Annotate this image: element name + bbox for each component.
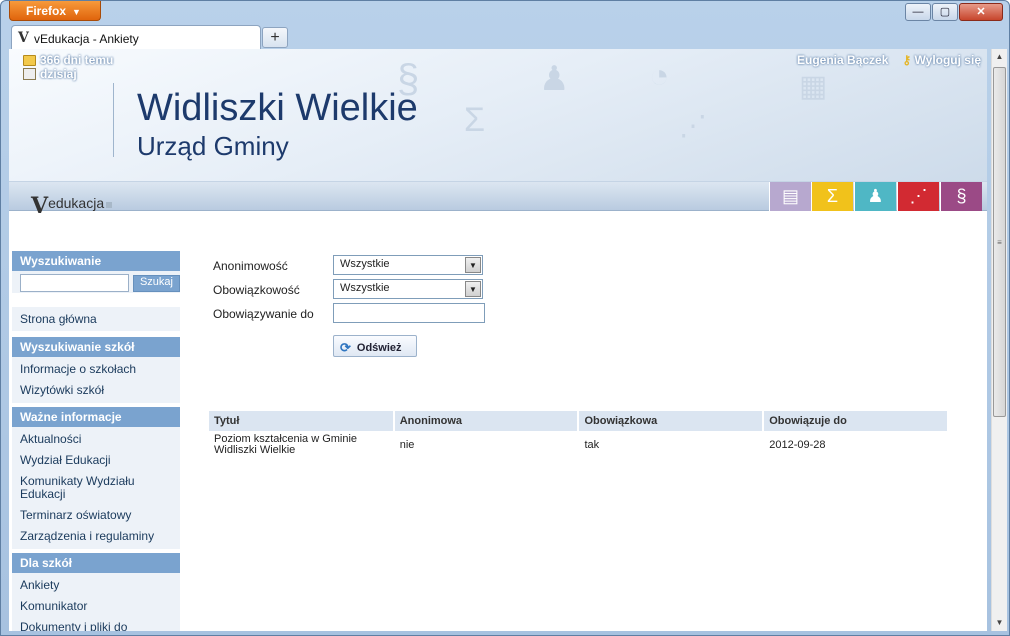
valid-until-input[interactable]	[333, 303, 485, 323]
tab-title: vEdukacja - Ankiety	[34, 32, 139, 46]
messages-date: dzisiaj	[40, 67, 77, 81]
page-title: Widliszki Wielkie	[137, 87, 418, 129]
sidebar-search-button[interactable]: Szukaj	[132, 274, 180, 292]
maximize-button[interactable]: ▢	[932, 3, 958, 21]
people-buildings-icon[interactable]: ♟	[854, 182, 896, 211]
calendar-icon	[23, 68, 36, 80]
sidebar-section-important: Ważne informacje	[12, 407, 180, 427]
page-content: § ♟ ◔ ▦ Σ ⋰ 366 dni temu dzisiaj Eugenia…	[9, 49, 987, 631]
logo-v: V	[31, 193, 49, 219]
sidebar-search-input[interactable]	[20, 274, 129, 292]
favicon-v-icon: V	[18, 30, 29, 46]
surveys-table: Tytuł Anonimowa Obowiązkowa Obowiązuje d…	[209, 411, 949, 459]
minimize-button[interactable]: —	[905, 3, 931, 21]
messages-info[interactable]: 366 dni temu dzisiaj	[23, 53, 113, 81]
messages-age: 366 dni temu	[40, 53, 114, 67]
key-icon: ⚷	[902, 53, 912, 67]
dropdown-arrow-icon: ▼	[72, 7, 81, 17]
column-header-anonymous[interactable]: Anonimowa	[393, 411, 580, 431]
logo-square	[106, 202, 113, 208]
anonymity-select[interactable]: Wszystkie ▼	[333, 255, 483, 275]
logout-link[interactable]: ⚷ Wyloguj się	[902, 53, 981, 67]
share-watermark-icon: ⋰	[679, 110, 707, 141]
table-header-row: Tytuł Anonimowa Obowiązkowa Obowiązuje d…	[209, 411, 949, 431]
refresh-button[interactable]: ⟳ Odśwież	[333, 335, 417, 357]
valid-until-label: Obowiązywanie do	[213, 307, 314, 321]
sigma-watermark-icon: Σ	[464, 101, 486, 139]
envelope-icon	[23, 54, 36, 66]
sidebar-section-schools: Wyszukiwanie szkół	[12, 337, 180, 357]
new-tab-button[interactable]: +	[262, 27, 288, 48]
sidebar-item-school-info[interactable]: Informacje o szkołach	[12, 361, 180, 382]
sidebar-item-surveys[interactable]: Ankiety	[12, 577, 180, 598]
firefox-menu-label: Firefox	[26, 4, 67, 18]
sidebar-item-messenger[interactable]: Komunikator	[12, 598, 180, 619]
sidebar-section-important-items: Aktualności Wydział Edukacji Komunikaty …	[12, 427, 180, 549]
sidebar-item-calendar[interactable]: Terminarz oświatowy	[12, 507, 180, 528]
sidebar-item-documents[interactable]: Dokumenty i pliki do pobrania	[12, 619, 142, 632]
chart-watermark-icon: ◔	[649, 57, 670, 95]
sidebar-item-school-cards[interactable]: Wizytówki szkół	[12, 382, 180, 399]
chevron-down-icon: ▼	[465, 281, 481, 297]
sidebar-search-header: Wyszukiwanie	[12, 251, 180, 271]
obligation-label: Obowiązkowość	[213, 283, 300, 297]
tab-vedukacja-ankiety[interactable]: V vEdukacja - Ankiety	[11, 25, 261, 49]
sidebar-search-row: Szukaj	[12, 271, 180, 293]
vertical-scrollbar[interactable]: ▲ ≡ ▼	[991, 49, 1007, 631]
paragraph-icon[interactable]: §	[940, 182, 982, 211]
close-window-button[interactable]: ✕	[959, 3, 1003, 21]
scroll-up-icon[interactable]: ▲	[992, 49, 1007, 65]
sidebar-item-education-dept[interactable]: Wydział Edukacji	[12, 452, 180, 473]
books-icon[interactable]: ▤	[769, 182, 811, 211]
cell-valid-until: 2012-09-28	[763, 431, 949, 459]
scroll-down-icon[interactable]: ▼	[992, 615, 1007, 631]
cell-anonymous: nie	[393, 431, 580, 459]
sidebar-item-regulations[interactable]: Zarządzenia i regulaminy	[12, 528, 180, 545]
user-name[interactable]: Eugenia Bączek	[797, 53, 888, 67]
sidebar-item-home[interactable]: Strona główna	[12, 311, 180, 328]
logout-label: Wyloguj się	[914, 53, 981, 67]
scrollbar-thumb[interactable]: ≡	[993, 67, 1006, 417]
sidebar-section-for-schools-items: Ankiety Komunikator Dokumenty i pliki do…	[12, 573, 180, 631]
module-navbar: Vedukacja ▤ Σ ♟ ⋰ §	[9, 181, 987, 219]
user-area: Eugenia Bączek ⚷ Wyloguj się	[797, 53, 981, 67]
column-header-mandatory[interactable]: Obowiązkowa	[578, 411, 765, 431]
refresh-label: Odśwież	[356, 341, 402, 354]
anonymity-value: Wszystkie	[340, 258, 390, 270]
column-header-title[interactable]: Tytuł	[209, 411, 395, 431]
logo-text: edukacja	[48, 195, 105, 211]
sidebar-home-box: Strona główna	[12, 307, 180, 331]
table-watermark-icon: ▦	[799, 70, 828, 103]
column-header-valid-until[interactable]: Obowiązuje do	[763, 411, 949, 431]
obligation-value: Wszystkie	[340, 282, 390, 294]
sidebar: Wyszukiwanie Szukaj Strona główna Wyszuk…	[12, 251, 180, 631]
obligation-select[interactable]: Wszystkie ▼	[333, 279, 483, 299]
sidebar-section-for-schools: Dla szkół	[12, 553, 180, 573]
share-icon[interactable]: ⋰	[897, 182, 939, 211]
anonymity-label: Anonimowość	[213, 259, 288, 273]
chevron-down-icon: ▼	[465, 257, 481, 273]
sigma-icon[interactable]: Σ	[811, 182, 853, 211]
sidebar-item-announcements[interactable]: Komunikaty Wydziału Edukacji	[12, 473, 152, 507]
sidebar-section-schools-items: Informacje o szkołach Wizytówki szkół	[12, 357, 180, 403]
refresh-icon: ⟳	[340, 339, 351, 355]
people-watermark-icon: ♟	[539, 60, 570, 98]
browser-window: Firefox ▼ — ▢ ✕ V vEdukacja - Ankiety + §…	[0, 0, 1010, 636]
cell-mandatory: tak	[578, 431, 765, 459]
vedukacja-logo[interactable]: Vedukacja	[31, 188, 113, 219]
firefox-menu-button[interactable]: Firefox ▼	[9, 1, 101, 21]
table-row[interactable]: Poziom kształcenia w Gminie Widliszki Wi…	[209, 431, 949, 459]
sidebar-item-news[interactable]: Aktualności	[12, 431, 180, 452]
site-header: § ♟ ◔ ▦ Σ ⋰ 366 dni temu dzisiaj Eugenia…	[9, 49, 987, 181]
header-divider	[113, 83, 114, 157]
page-subtitle: Urząd Gminy	[137, 131, 289, 161]
cell-title[interactable]: Poziom kształcenia w Gminie Widliszki Wi…	[209, 431, 395, 459]
